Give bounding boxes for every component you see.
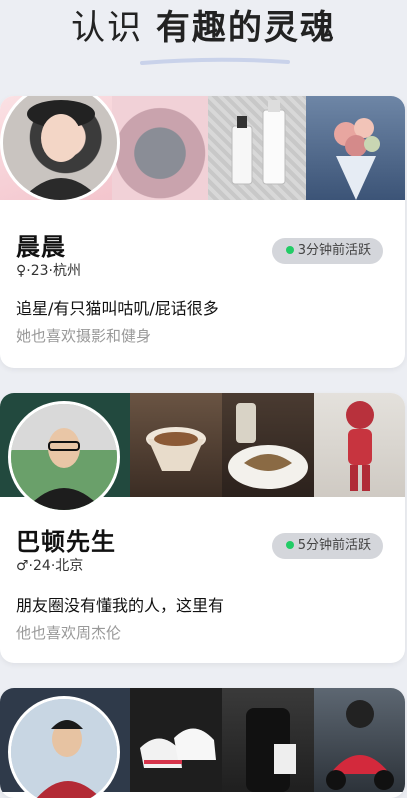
title-bold-part: 有趣的灵魂 — [155, 8, 336, 48]
active-status-badge: 5分钟前活跃 — [271, 533, 383, 559]
photo-sneakers[interactable] — [130, 688, 222, 792]
photo-cat[interactable] — [112, 96, 208, 200]
photo-motorbike[interactable] — [314, 688, 405, 792]
photo-figure[interactable] — [314, 393, 405, 497]
online-dot-icon — [285, 540, 294, 549]
page-header: 认识 有趣的灵魂 — [0, 0, 407, 80]
avatar[interactable] — [8, 696, 120, 798]
page-title: 认识 有趣的灵魂 — [0, 6, 407, 50]
photo-flowers[interactable] — [306, 96, 405, 200]
photo-coffee[interactable] — [130, 393, 222, 497]
profile-card[interactable]: 巴顿先生 ♂·24·北京 5分钟前活跃 朋友圈没有懂我的人，这里有 他也喜欢周杰… — [0, 393, 405, 663]
profile-bio: 追星/有只猫叫咕叽/屁话很多 — [16, 299, 219, 318]
profile-card[interactable] — [0, 688, 405, 798]
profile-name[interactable]: 巴顿先生 — [16, 522, 116, 557]
profile-name[interactable]: 晨晨 — [16, 227, 66, 262]
profile-meta: ♀·23·杭州 — [16, 263, 81, 279]
photo-bottles[interactable] — [208, 96, 306, 200]
profile-bio: 朋友圈没有懂我的人，这里有 — [16, 596, 225, 615]
active-status-text: 5分钟前活跃 — [297, 538, 371, 553]
title-light-part: 认识 — [71, 8, 156, 48]
photo-outfit[interactable] — [222, 688, 314, 792]
active-status-text: 3分钟前活跃 — [297, 243, 371, 258]
profile-card[interactable]: 晨晨 ♀·23·杭州 3分钟前活跃 追星/有只猫叫咕叽/屁话很多 她也喜欢摄影和… — [0, 96, 405, 368]
photo-food[interactable] — [222, 393, 314, 497]
active-status-badge: 3分钟前活跃 — [271, 238, 383, 264]
avatar[interactable] — [8, 401, 120, 513]
profile-meta: ♂·24·北京 — [16, 558, 84, 574]
shared-interest: 她也喜欢摄影和健身 — [16, 327, 152, 345]
online-dot-icon — [285, 245, 294, 254]
title-underline — [140, 57, 290, 65]
shared-interest: 他也喜欢周杰伦 — [16, 624, 122, 642]
